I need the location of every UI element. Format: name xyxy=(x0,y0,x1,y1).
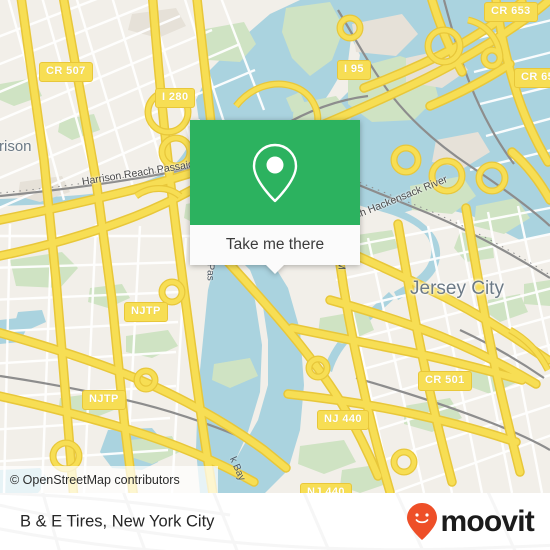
take-me-there-label: Take me there xyxy=(225,236,325,253)
highway-shield[interactable]: CR 501 xyxy=(418,371,472,391)
map-screenshot-page: CR 507 I 280 I 95 CR 653 CR 653 NJTP NJT… xyxy=(0,0,550,550)
highway-shield[interactable]: NJTP xyxy=(124,302,168,322)
highway-shield[interactable]: I 280 xyxy=(155,88,196,108)
location-pin-icon xyxy=(252,143,298,202)
moovit-brand[interactable]: moovit xyxy=(406,502,535,542)
map-attribution[interactable]: © OpenStreetMap contributors xyxy=(0,466,218,493)
moovit-smiley-pin-icon xyxy=(407,502,438,540)
highway-shield[interactable]: NJ 440 xyxy=(317,410,369,430)
highway-shield[interactable]: NJ 440 xyxy=(300,483,352,493)
footer-bar: B & E Tires, New York City moovit xyxy=(0,493,550,550)
destination-card[interactable]: Take me there xyxy=(190,120,360,274)
footer-place-title: B & E Tires, New York City xyxy=(20,512,215,530)
highway-shield[interactable]: I 95 xyxy=(337,60,371,80)
highway-shield[interactable]: CR 653 xyxy=(484,2,538,22)
moovit-wordmark: moovit xyxy=(440,504,534,538)
take-me-there-button[interactable]: Take me there xyxy=(190,225,360,274)
card-pointer-tail xyxy=(266,265,284,274)
destination-card-header xyxy=(190,120,360,225)
map-canvas[interactable]: CR 507 I 280 I 95 CR 653 CR 653 NJTP NJT… xyxy=(0,0,550,493)
highway-shield[interactable]: CR 507 xyxy=(39,62,93,82)
place-label-harrison: rrison xyxy=(0,138,32,155)
place-label-jersey-city: Jersey City xyxy=(410,278,504,299)
water-label-passaic-short: Pas xyxy=(204,263,216,281)
highway-shield[interactable]: NJTP xyxy=(82,390,126,410)
highway-shield[interactable]: CR 653 xyxy=(514,68,550,88)
map-attribution-text: © OpenStreetMap contributors xyxy=(10,472,180,487)
